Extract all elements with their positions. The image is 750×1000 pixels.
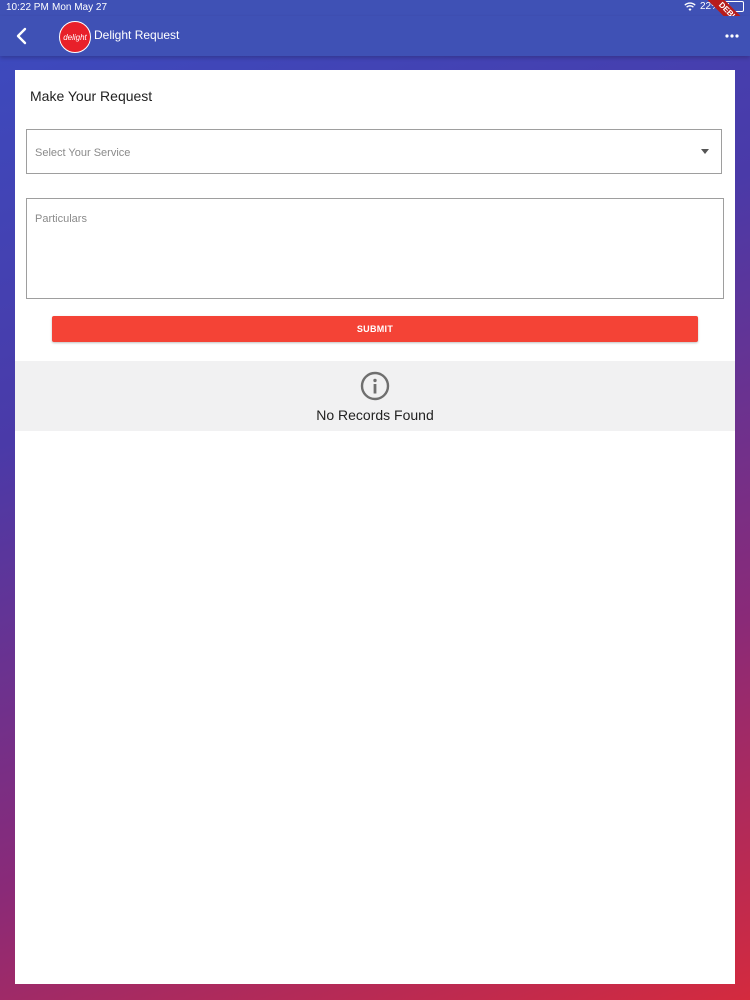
particulars-input[interactable] bbox=[26, 198, 724, 299]
status-time: 10:22 PM bbox=[6, 2, 49, 13]
logo-text: delight bbox=[63, 32, 87, 42]
back-button[interactable] bbox=[10, 24, 34, 48]
empty-message: No Records Found bbox=[316, 407, 434, 423]
records-empty-state: No Records Found bbox=[15, 361, 735, 431]
dropdown-arrow-icon bbox=[701, 149, 709, 154]
page-title: Delight Request bbox=[94, 28, 180, 42]
section-title: Make Your Request bbox=[30, 88, 153, 104]
status-bar: 10:22 PM Mon May 27 22% DEBUG bbox=[0, 0, 750, 47]
wifi-icon bbox=[684, 1, 696, 12]
service-select-placeholder: Select Your Service bbox=[35, 147, 131, 159]
info-icon bbox=[360, 371, 390, 401]
more-options-button[interactable] bbox=[724, 28, 740, 44]
more-horizontal-icon bbox=[725, 34, 739, 38]
service-select[interactable]: Select Your Service bbox=[26, 129, 722, 174]
submit-button[interactable]: SUBMIT bbox=[52, 316, 698, 342]
request-card: Make Your Request Select Your Service SU… bbox=[15, 70, 735, 984]
status-date: Mon May 27 bbox=[52, 2, 108, 13]
chevron-left-icon bbox=[16, 27, 27, 45]
app-logo: delight bbox=[59, 21, 91, 53]
app-bar: delight Delight Request bbox=[0, 16, 750, 56]
